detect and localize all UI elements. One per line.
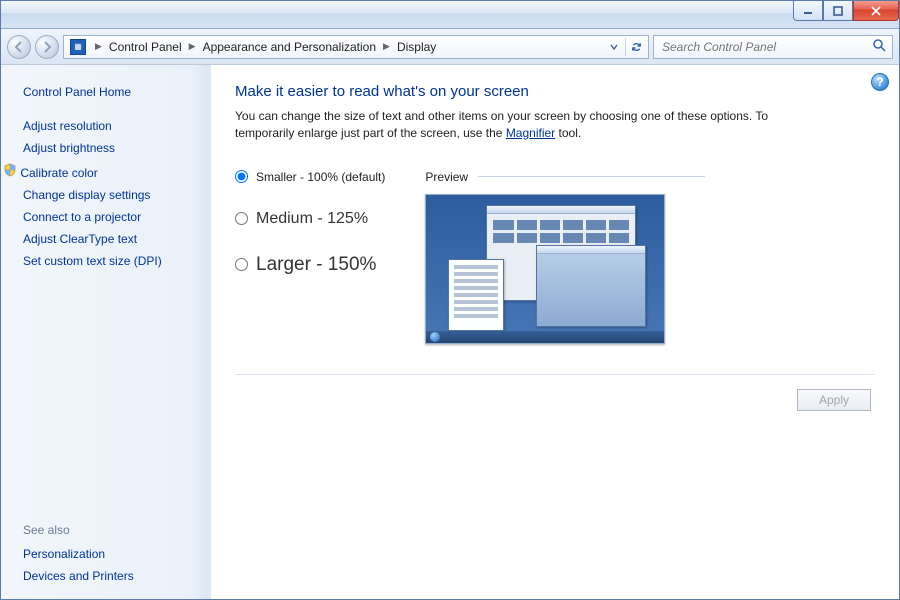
radio-smaller-label: Smaller - 100% (default) <box>256 170 385 184</box>
preview-window-menu <box>448 259 504 331</box>
chevron-right-icon: ▶ <box>378 41 395 52</box>
preview-image <box>425 194 665 344</box>
preview-section: Preview <box>425 170 705 344</box>
maximize-button[interactable] <box>823 1 853 21</box>
seealso-link-personalization[interactable]: Personalization <box>23 543 200 565</box>
radio-medium[interactable]: Medium - 125% <box>235 210 385 228</box>
window-controls <box>793 1 899 21</box>
divider <box>478 176 705 177</box>
close-button[interactable] <box>853 1 899 21</box>
size-options: Smaller - 100% (default) Medium - 125% L… <box>235 170 385 344</box>
address-bar[interactable]: ▦ ▶ Control Panel ▶ Appearance and Perso… <box>63 35 649 59</box>
sidebar-link-adjust-resolution[interactable]: Adjust resolution <box>23 115 200 137</box>
divider <box>235 374 875 375</box>
apply-button[interactable]: Apply <box>797 389 871 411</box>
seealso-link-devices-printers[interactable]: Devices and Printers <box>23 565 200 587</box>
refresh-button[interactable] <box>625 38 643 56</box>
sidebar-link-change-display-settings[interactable]: Change display settings <box>23 184 200 206</box>
breadcrumb-appearance[interactable]: Appearance and Personalization <box>201 40 378 54</box>
page-description: You can change the size of text and othe… <box>235 108 795 142</box>
radio-medium-input[interactable] <box>235 212 248 225</box>
breadcrumb-display[interactable]: Display <box>395 40 438 54</box>
radio-medium-label: Medium - 125% <box>256 210 368 228</box>
preview-taskbar <box>426 331 664 343</box>
sidebar: Control Panel Home Adjust resolution Adj… <box>1 65 211 599</box>
magnifier-link[interactable]: Magnifier <box>506 126 555 140</box>
breadcrumb-control-panel[interactable]: Control Panel <box>107 40 184 54</box>
titlebar <box>1 1 899 29</box>
preview-start-orb <box>430 332 440 342</box>
see-also-label: See also <box>23 523 200 537</box>
sidebar-link-custom-dpi[interactable]: Set custom text size (DPI) <box>23 250 200 272</box>
radio-smaller-input[interactable] <box>235 170 248 183</box>
address-bar-row: ▦ ▶ Control Panel ▶ Appearance and Perso… <box>1 29 899 65</box>
chevron-right-icon: ▶ <box>90 41 107 52</box>
sidebar-link-calibrate-color[interactable]: Calibrate color <box>3 159 200 184</box>
help-button[interactable]: ? <box>871 73 889 91</box>
radio-larger[interactable]: Larger - 150% <box>235 254 385 276</box>
control-panel-icon: ▦ <box>70 39 86 55</box>
sidebar-link-connect-projector[interactable]: Connect to a projector <box>23 206 200 228</box>
address-dropdown-button[interactable] <box>605 38 623 56</box>
search-input[interactable] <box>660 39 886 55</box>
main-panel: ? Make it easier to read what's on your … <box>211 65 899 599</box>
page-title: Make it easier to read what's on your sc… <box>235 83 875 100</box>
shield-icon <box>3 163 17 177</box>
sidebar-link-adjust-brightness[interactable]: Adjust brightness <box>23 137 200 159</box>
preview-window-front <box>536 245 646 327</box>
control-panel-home-link[interactable]: Control Panel Home <box>23 81 200 103</box>
chevron-right-icon: ▶ <box>184 41 201 52</box>
radio-smaller[interactable]: Smaller - 100% (default) <box>235 170 385 184</box>
window: ▦ ▶ Control Panel ▶ Appearance and Perso… <box>0 0 900 600</box>
forward-button[interactable] <box>35 35 59 59</box>
search-icon[interactable] <box>872 38 886 55</box>
sidebar-link-adjust-cleartype[interactable]: Adjust ClearType text <box>23 228 200 250</box>
radio-larger-label: Larger - 150% <box>256 254 376 276</box>
preview-label: Preview <box>425 170 468 184</box>
search-box[interactable] <box>653 35 893 59</box>
minimize-button[interactable] <box>793 1 823 21</box>
back-button[interactable] <box>7 35 31 59</box>
radio-larger-input[interactable] <box>235 258 248 271</box>
content-area: Control Panel Home Adjust resolution Adj… <box>1 65 899 599</box>
